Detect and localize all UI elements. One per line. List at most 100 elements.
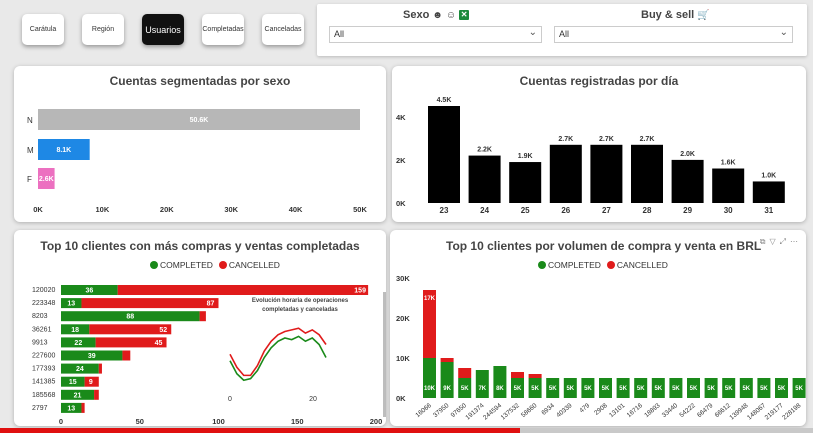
data-label: 5K: [795, 386, 803, 392]
x-tick-label: 27: [602, 206, 611, 215]
inset-title-line-2: completadas y canceladas: [262, 307, 338, 313]
x-tick-label: 6934: [540, 402, 556, 417]
x-tick-label: 150: [291, 417, 304, 426]
x-tick-label: 2908: [593, 402, 609, 417]
bar-cancelled-223348: [81, 298, 219, 309]
scrollbar[interactable]: [383, 292, 386, 417]
male-face-icon: ☻: [432, 9, 443, 21]
data-label: 5K: [707, 386, 715, 392]
bar-cancelled-8203: [199, 311, 206, 322]
clear-filter-icon[interactable]: ✕: [459, 10, 470, 20]
x-tick-label: 24: [480, 206, 489, 215]
sexo-filter-label: Sexo: [403, 9, 430, 21]
nav-button-caratula[interactable]: Carátula: [22, 14, 64, 45]
data-label: 5K: [725, 386, 733, 392]
bar-day-23: [428, 106, 460, 203]
data-label: 2.7K: [558, 136, 573, 143]
card-top10-completadas: Top 10 clientes con más compras y ventas…: [14, 230, 386, 426]
inset-x-tick: 0: [228, 396, 232, 403]
data-label: 5K: [461, 386, 469, 392]
data-label: 5K: [566, 386, 574, 392]
x-tick-label: 0K: [33, 205, 43, 214]
bar-cancelled-120020: [117, 285, 369, 295]
buy-select[interactable]: All ⌄: [554, 26, 793, 43]
x-tick-label: 28: [643, 206, 652, 215]
bar-day-29: [671, 159, 704, 203]
data-label-top: 17K: [424, 296, 436, 302]
x-tick-label: 137532: [500, 402, 521, 422]
y-tick-label: 10K: [396, 354, 410, 363]
chart-dia: 0K 2K 4K 4.5K 23 2.2K 24 1.9K 25 2.7K 26 2.7K 27 2.7K…: [396, 97, 785, 215]
data-label: 21: [74, 392, 82, 399]
data-label: 1.0K: [761, 172, 776, 179]
x-tick-label: 50: [136, 417, 144, 426]
bar-cancelled-2797: [81, 402, 85, 413]
y-tick-label: F: [27, 175, 32, 184]
nav-button-region[interactable]: Región: [82, 14, 124, 45]
y-tick-label: 9913: [32, 339, 48, 346]
y-tick-label: 0K: [396, 394, 406, 403]
bar-completed-37950: [440, 362, 454, 398]
video-progress-bar[interactable]: [0, 428, 813, 433]
data-label: 50.6K: [190, 117, 209, 124]
x-tick-label: 23: [440, 206, 449, 215]
x-tick-label: 0: [59, 417, 63, 426]
video-progress-fill: [0, 428, 520, 433]
nav-button-usuarios[interactable]: Usuarios: [142, 14, 184, 45]
x-tick-label: 29: [683, 206, 692, 215]
x-tick-label: 58660: [520, 402, 539, 419]
x-tick-label: 18893: [643, 402, 662, 419]
x-tick-label: 50K: [353, 205, 367, 214]
data-label: 15: [69, 379, 77, 386]
card-sexo: Cuentas segmentadas por sexo N 50.6K M 8.1K…: [14, 66, 386, 222]
data-label: 8K: [496, 386, 504, 392]
data-label: 5K: [654, 386, 662, 392]
nav-button-canceladas[interactable]: Canceladas: [262, 14, 304, 45]
data-label: 18: [71, 327, 79, 334]
card-dia: Cuentas registradas por día 0K 2K 4K 4.5K 23…: [392, 66, 806, 222]
bar-cancelled-58660: [528, 374, 542, 378]
data-label: 9: [89, 379, 93, 386]
data-label: 5K: [637, 386, 645, 392]
x-tick-label: 16716: [626, 402, 645, 419]
filter-panel: Sexo ☻ ☺ ✕ All ⌄ Buy & sell 🛒 All ⌄: [317, 4, 807, 56]
y-tick-label: 177393: [32, 366, 55, 373]
x-tick-label: 200: [370, 417, 383, 426]
bar-day-25: [509, 162, 542, 203]
bar-completed-191374: [475, 370, 489, 398]
data-label: 1.6K: [721, 160, 736, 167]
sexo-select-value: All: [334, 29, 345, 39]
y-tick-label: 20K: [396, 314, 410, 323]
data-label: 39: [88, 353, 96, 360]
x-tick-label: 66479: [696, 402, 715, 419]
bar-completed-16066: [423, 358, 436, 398]
y-tick-label: 223348: [32, 300, 55, 307]
x-tick-label: 219177: [764, 402, 785, 422]
data-label: 13: [67, 405, 75, 412]
data-label: 4.5K: [437, 97, 452, 104]
nav-button-completadas[interactable]: Completadas: [202, 14, 244, 45]
data-label: 5K: [742, 386, 750, 392]
sexo-select[interactable]: All ⌄: [329, 26, 542, 43]
data-label: 5K: [690, 386, 698, 392]
y-tick-label: 2K: [396, 156, 406, 165]
data-label: 52: [159, 327, 167, 334]
x-tick-label: 244594: [482, 402, 503, 422]
bar-day-28: [631, 144, 663, 203]
line-cancelled: [229, 327, 327, 377]
y-tick-label: 227600: [32, 353, 55, 360]
x-tick-label: 10K: [96, 205, 110, 214]
data-label: 88: [126, 314, 134, 321]
y-tick-label: 8203: [32, 313, 48, 320]
data-label: 22: [74, 340, 82, 347]
y-tick-label: M: [27, 146, 34, 155]
data-label: 5K: [602, 386, 610, 392]
x-tick-label: 139948: [728, 402, 749, 422]
data-label: 36: [85, 288, 93, 295]
bar-day-24: [468, 155, 501, 203]
x-tick-label: 31: [764, 206, 773, 215]
x-tick-label: 54222: [678, 402, 697, 419]
sexo-filter-title: Sexo ☻ ☺ ✕: [403, 9, 470, 21]
data-label: 5K: [531, 386, 539, 392]
bar-day-27: [590, 144, 623, 203]
